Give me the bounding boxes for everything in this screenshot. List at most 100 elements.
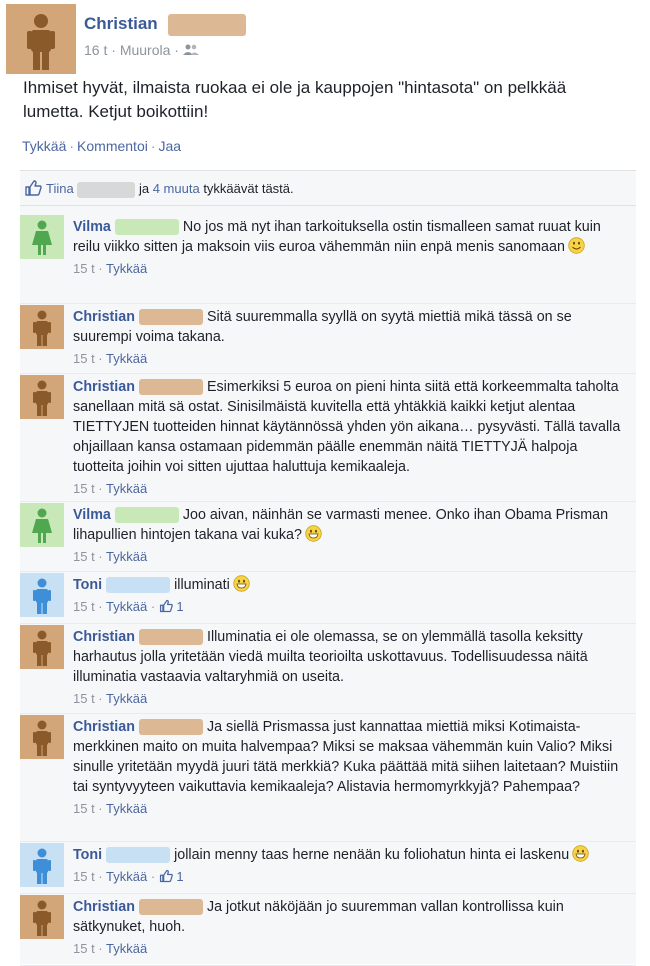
comment-meta: 15 t · Tykkää — [73, 351, 148, 366]
grin-emoji-icon — [233, 575, 250, 592]
post-location[interactable]: Muurola — [120, 42, 171, 58]
like-count[interactable]: 1 — [176, 869, 183, 884]
comment-like-button[interactable]: Tykkää — [106, 691, 147, 706]
comment-like-button[interactable]: Tykkää — [106, 869, 147, 884]
author-name[interactable]: Christian — [84, 14, 158, 34]
author-avatar[interactable] — [6, 4, 76, 74]
commenter-avatar[interactable] — [20, 375, 64, 419]
commenter-name[interactable]: Vilma — [73, 507, 111, 523]
commenter-avatar[interactable] — [20, 573, 64, 617]
comment-body: Toni illuminati 15 t · Tykkää · 1 — [73, 575, 628, 617]
share-button[interactable]: Jaa — [159, 138, 182, 154]
commenter-name[interactable]: Toni — [73, 577, 102, 593]
commenter-avatar[interactable] — [20, 715, 64, 759]
post-actions: Tykkää · Kommentoi · Jaa — [22, 138, 182, 154]
comment-meta: 15 t · Tykkää · 1 — [73, 869, 184, 884]
comment-time[interactable]: 15 t — [73, 691, 95, 706]
commenter-avatar[interactable] — [20, 215, 64, 259]
comments-section: Tiina ja 4 muuta tykkäävät tästä. Vilma N… — [20, 170, 636, 966]
post-time[interactable]: 16 t — [84, 42, 107, 58]
redacted-surname — [138, 629, 203, 646]
comment-like-button[interactable]: Tykkää — [106, 481, 147, 496]
comment-like-button[interactable]: Tykkää — [106, 261, 147, 276]
commenter-name[interactable]: Christian — [73, 629, 135, 645]
comment-body: Christian Ja jotkut näköjään jo suuremman… — [73, 897, 628, 959]
commenter-avatar[interactable] — [20, 843, 64, 887]
redacted-surname — [168, 14, 246, 36]
comment-body: Christian Esimerkiksi 5 euroa on pieni hi… — [73, 377, 628, 499]
comment-meta: 15 t · Tykkää — [73, 549, 148, 564]
commenter-avatar[interactable] — [20, 625, 64, 669]
commenter-name[interactable]: Christian — [73, 309, 135, 325]
comment-body: Christian Ja siellä Prismassa just kannat… — [73, 717, 628, 819]
others-link[interactable]: 4 muuta — [153, 181, 200, 196]
comment: Christian Sitä suuremmalla syyllä on syyt… — [20, 305, 636, 374]
friends-audience-icon[interactable] — [182, 44, 199, 56]
post-text: Ihmiset hyvät, ilmaista ruokaa ei ole ja… — [23, 78, 567, 121]
comment: Vilma Joo aivan, näinhän se varmasti mene… — [20, 503, 636, 572]
comment: Vilma No jos mä nyt ihan tarkoituksella o… — [20, 215, 636, 304]
commenter-name[interactable]: Vilma — [73, 219, 111, 235]
thumbs-up-icon — [159, 869, 173, 883]
comment-meta: 15 t · Tykkää · 1 — [73, 599, 184, 614]
redacted-surname — [138, 899, 203, 916]
commenter-name[interactable]: Christian — [73, 899, 135, 915]
thumbs-up-icon — [159, 599, 173, 613]
comment-text: illuminati — [174, 577, 230, 593]
comment-time[interactable]: 15 t — [73, 599, 95, 614]
post-header: Christian 16 t · Muurola · — [6, 4, 646, 74]
likes-suffix: tykkäävät tästä. — [203, 181, 294, 196]
comment-like-button[interactable]: Tykkää — [106, 941, 147, 956]
commenter-name[interactable]: Christian — [73, 379, 135, 395]
comment-meta: 15 t · Tykkää — [73, 691, 148, 706]
redacted-surname — [138, 379, 203, 396]
comment-meta: 15 t · Tykkää — [73, 941, 148, 956]
commenter-name[interactable]: Christian — [73, 719, 135, 735]
comment-body: Vilma No jos mä nyt ihan tarkoituksella o… — [73, 217, 628, 279]
comment: Christian Esimerkiksi 5 euroa on pieni hi… — [20, 375, 636, 502]
comment-text: jollain menny taas herne nenään ku folio… — [174, 847, 570, 863]
post-meta: 16 t · Muurola · — [84, 42, 199, 58]
liker-name[interactable]: Tiina — [46, 181, 74, 196]
comment-time[interactable]: 15 t — [73, 549, 95, 564]
comment-body: Christian Sitä suuremmalla syyllä on syyt… — [73, 307, 628, 369]
redacted-surname — [114, 219, 179, 236]
redacted-surname — [77, 181, 136, 198]
comment-time[interactable]: 15 t — [73, 941, 95, 956]
comment-time[interactable]: 15 t — [73, 869, 95, 884]
like-button[interactable]: Tykkää — [22, 138, 66, 154]
comment-like-button[interactable]: Tykkää — [106, 549, 147, 564]
comment-time[interactable]: 15 t — [73, 261, 95, 276]
likes-summary: Tiina ja 4 muuta tykkäävät tästä. — [20, 171, 636, 206]
comment-time[interactable]: 15 t — [73, 801, 95, 816]
commenter-avatar[interactable] — [20, 305, 64, 349]
comment-like-button[interactable]: Tykkää — [106, 599, 147, 614]
thumbs-up-icon — [25, 180, 42, 196]
comment-body: Vilma Joo aivan, näinhän se varmasti mene… — [73, 505, 628, 567]
commenter-name[interactable]: Toni — [73, 847, 102, 863]
redacted-surname — [106, 847, 171, 864]
comment-body: Toni jollain menny taas herne nenään ku f… — [73, 845, 628, 887]
comment-button[interactable]: Kommentoi — [77, 138, 148, 154]
redacted-surname — [138, 719, 203, 736]
grin-emoji-icon — [572, 845, 589, 862]
commenter-avatar[interactable] — [20, 503, 64, 547]
comment: Toni jollain menny taas herne nenään ku f… — [20, 843, 636, 894]
comment: Toni illuminati 15 t · Tykkää · 1 — [20, 573, 636, 624]
likes-conjunction: ja — [138, 181, 150, 196]
grin-emoji-icon — [305, 525, 322, 542]
comment-like-button[interactable]: Tykkää — [106, 801, 147, 816]
comment-meta: 15 t · Tykkää — [73, 261, 148, 276]
comment-time[interactable]: 15 t — [73, 351, 95, 366]
comment-like-button[interactable]: Tykkää — [106, 351, 147, 366]
comment: Christian Ja jotkut näköjään jo suuremman… — [20, 895, 636, 966]
comment-meta: 15 t · Tykkää — [73, 801, 148, 816]
redacted-surname — [114, 507, 179, 524]
smile-emoji-icon — [568, 237, 585, 254]
comment: Christian Illuminatia ei ole olemassa, se… — [20, 625, 636, 714]
commenter-avatar[interactable] — [20, 895, 64, 939]
like-count[interactable]: 1 — [176, 599, 183, 614]
comment-time[interactable]: 15 t — [73, 481, 95, 496]
comment: Christian Ja siellä Prismassa just kannat… — [20, 715, 636, 842]
comment-body: Christian Illuminatia ei ole olemassa, se… — [73, 627, 628, 709]
